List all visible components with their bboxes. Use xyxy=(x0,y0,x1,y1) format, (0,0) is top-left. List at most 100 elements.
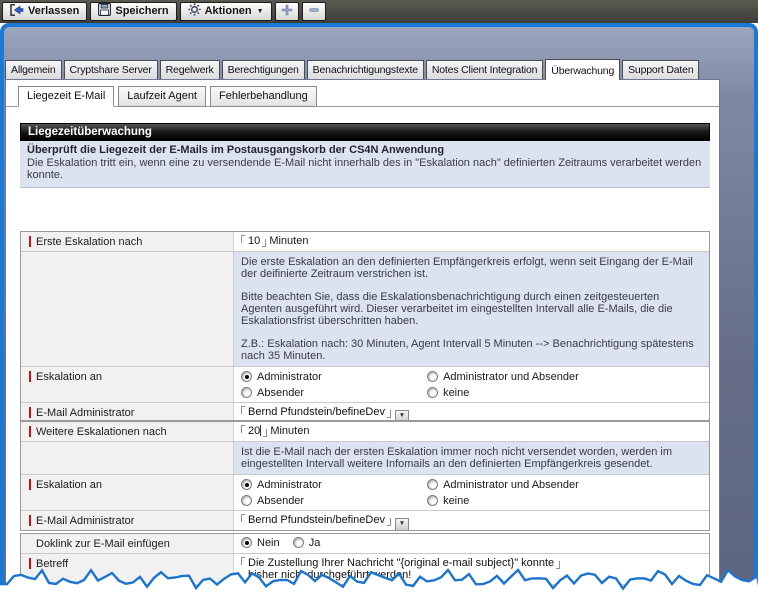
radio-option-administrator-und-absender[interactable]: Administrator und Absender xyxy=(427,479,579,491)
radio-option-keine[interactable]: keine xyxy=(427,495,469,507)
field-bracket-open-icon xyxy=(241,235,245,243)
minutes-suffix: Minuten xyxy=(270,425,309,437)
table-row: Weitere Eskalationen nach 20 Minuten xyxy=(21,422,709,442)
required-marker xyxy=(29,538,31,549)
row-label-text: Eskalation an xyxy=(36,371,102,383)
radio-button[interactable] xyxy=(241,371,252,382)
form-table-benachrichtigung: Doklink zur E-Mail einfügen Nein Ja Betr… xyxy=(20,533,710,600)
dropdown-arrow-icon: ▼ xyxy=(257,8,264,15)
radio-option-absender[interactable]: Absender xyxy=(241,495,424,507)
required-marker xyxy=(29,558,31,569)
form-table-erste-eskalation: Erste Eskalation nach 10 Minuten Die ers… xyxy=(20,231,710,421)
radio-option-nein[interactable]: Nein xyxy=(241,537,280,549)
exit-arrow-icon xyxy=(10,4,24,19)
content-panel: Liegezeit E-Mail Laufzeit Agent Fehlerbe… xyxy=(5,79,720,600)
tab-support-daten[interactable]: Support Daten xyxy=(622,60,699,79)
speichern-button[interactable]: Speichern xyxy=(90,2,176,21)
tab-regelwerk[interactable]: Regelwerk xyxy=(160,60,220,79)
plus-icon xyxy=(281,4,293,19)
radio-row: Absender keine xyxy=(241,495,702,507)
radio-label[interactable]: Ja xyxy=(309,537,321,549)
subtab-fehlerbehandlung[interactable]: Fehlerbehandlung xyxy=(210,86,317,107)
toolbar-extra-button-2[interactable] xyxy=(302,2,326,21)
radio-button[interactable] xyxy=(241,387,252,398)
subtab-liegezeit-email[interactable]: Liegezeit E-Mail xyxy=(18,86,114,107)
field-bracket-close-icon xyxy=(263,429,267,437)
tab-allgemein[interactable]: Allgemein xyxy=(5,60,62,79)
table-row: E-Mail Administrator Bernd Pfundstein/be… xyxy=(21,403,709,421)
radio-label[interactable]: Administrator xyxy=(257,479,322,491)
required-marker xyxy=(29,236,31,247)
subtab-laufzeit-agent[interactable]: Laufzeit Agent xyxy=(118,86,206,107)
row-label-text: Betreff xyxy=(36,558,68,570)
table-row: Die erste Eskalation an den definierten … xyxy=(21,252,709,367)
radio-label[interactable]: Absender xyxy=(257,387,304,399)
required-marker xyxy=(29,479,31,490)
name-picker-button[interactable]: ▼ xyxy=(395,410,409,422)
field-cell: Bernd Pfundstein/befineDev ▼ xyxy=(234,403,709,421)
radio-option-keine[interactable]: keine xyxy=(427,387,469,399)
field-bracket-close-icon xyxy=(262,239,266,247)
radio-label[interactable]: keine xyxy=(443,387,469,399)
field-bracket-open-icon xyxy=(241,406,245,414)
radio-button[interactable] xyxy=(293,537,304,548)
tab-notes-client-integration[interactable]: Notes Client Integration xyxy=(426,60,543,79)
floppy-disk-icon xyxy=(98,3,111,19)
radio-group-eskalation-an-1: Administrator Administrator und Absender… xyxy=(234,367,709,402)
tab-ueberwachung[interactable]: Überwachung xyxy=(545,59,620,80)
radio-group-doklink: Nein Ja xyxy=(234,534,709,553)
weitere-eskalationen-field[interactable]: 20 xyxy=(248,425,260,437)
chevron-down-icon: ▼ xyxy=(399,518,405,530)
email-administrator-field[interactable]: Bernd Pfundstein/befineDev xyxy=(248,514,385,526)
radio-row: Administrator Administrator und Absender xyxy=(241,479,702,491)
radio-option-ja[interactable]: Ja xyxy=(293,537,321,549)
radio-button[interactable] xyxy=(241,479,252,490)
radio-label[interactable]: Nein xyxy=(257,537,280,549)
radio-option-administrator[interactable]: Administrator xyxy=(241,479,424,491)
name-picker-button[interactable]: ▼ xyxy=(395,518,409,531)
minus-icon xyxy=(308,4,320,19)
field-cell: Die Zustellung Ihrer Nachricht "{origina… xyxy=(234,554,709,584)
tab-benachrichtigungstexte[interactable]: Benachrichtigungstexte xyxy=(307,60,424,79)
radio-button[interactable] xyxy=(427,371,438,382)
toolbar-extra-button-1[interactable] xyxy=(275,2,299,21)
radio-button[interactable] xyxy=(241,537,252,548)
radio-option-administrator[interactable]: Administrator xyxy=(241,371,424,383)
row-label: Betreff xyxy=(21,554,234,584)
tab-cryptshare-server[interactable]: Cryptshare Server xyxy=(64,60,158,79)
radio-label[interactable]: Administrator und Absender xyxy=(443,479,579,491)
radio-button[interactable] xyxy=(427,479,438,490)
row-label-text: E-Mail Administrator xyxy=(36,515,134,527)
description-cell: Ist die E-Mail nach der ersten Eskalatio… xyxy=(234,442,709,474)
field-bracket-close-icon xyxy=(556,561,560,569)
field-bracket-open-icon xyxy=(241,425,245,433)
verlassen-button[interactable]: Verlassen xyxy=(2,2,87,21)
erste-eskalation-field[interactable]: 10 xyxy=(248,235,260,247)
radio-button[interactable] xyxy=(427,387,438,398)
row-label: Erste Eskalation nach xyxy=(21,232,234,251)
table-row: Doklink zur E-Mail einfügen Nein Ja xyxy=(21,534,709,554)
radio-label[interactable]: Administrator und Absender xyxy=(443,371,579,383)
row-label: E-Mail Administrator xyxy=(21,403,234,421)
radio-button[interactable] xyxy=(241,495,252,506)
field-bracket-close-icon xyxy=(387,518,391,526)
tab-berechtigungen[interactable]: Berechtigungen xyxy=(222,60,305,79)
row-label xyxy=(21,252,234,366)
radio-option-administrator-und-absender[interactable]: Administrator und Absender xyxy=(427,371,579,383)
field-cell: 10 Minuten xyxy=(234,232,709,251)
row-label-text: Doklink zur E-Mail einfügen xyxy=(36,538,170,550)
row-label: E-Mail Administrator xyxy=(21,511,234,531)
email-administrator-field[interactable]: Bernd Pfundstein/befineDev xyxy=(248,406,385,418)
field-cell: Cryptshare xyxy=(234,585,709,600)
radio-label[interactable]: keine xyxy=(443,495,469,507)
radio-button[interactable] xyxy=(427,495,438,506)
aktionen-button[interactable]: Aktionen ▼ xyxy=(180,2,272,21)
table-row: Eskalation an Administrator Administrato… xyxy=(21,475,709,511)
field-cell: Bernd Pfundstein/befineDev ▼ xyxy=(234,511,709,531)
radio-option-absender[interactable]: Absender xyxy=(241,387,424,399)
betreff-field[interactable]: Die Zustellung Ihrer Nachricht "{origina… xyxy=(248,557,554,581)
cryptshare-logo-icon xyxy=(255,591,290,600)
radio-label[interactable]: Absender xyxy=(257,495,304,507)
radio-label[interactable]: Administrator xyxy=(257,371,322,383)
speichern-button-label: Speichern xyxy=(115,5,168,17)
